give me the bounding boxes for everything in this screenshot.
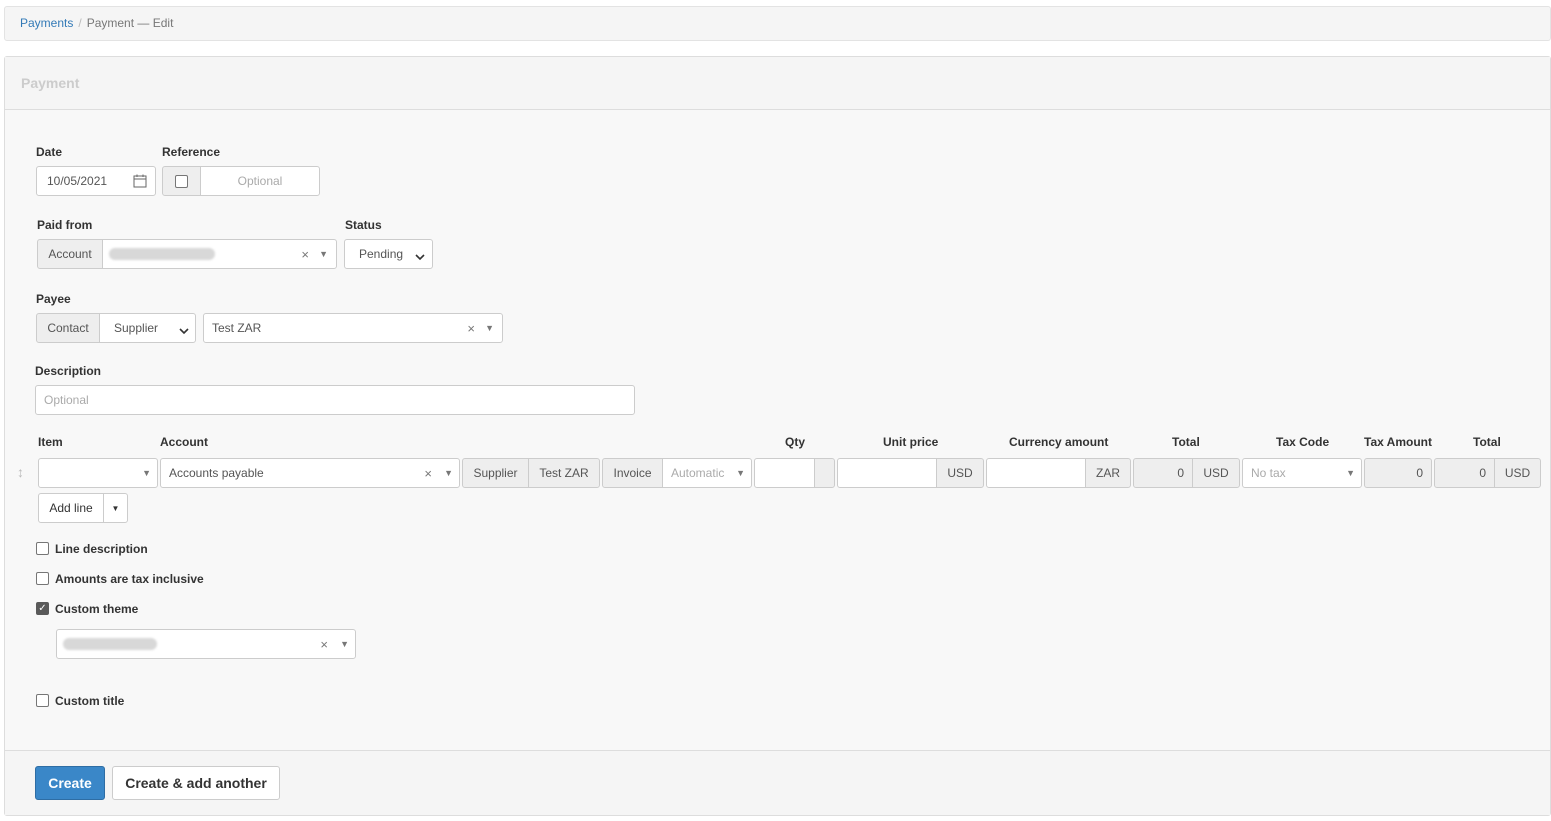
header-tax-amount: Tax Amount bbox=[1364, 435, 1432, 449]
status-select[interactable]: Pending bbox=[344, 239, 433, 269]
custom-theme-select[interactable]: × ▼ bbox=[56, 629, 356, 659]
chevron-down-icon[interactable]: ▼ bbox=[142, 468, 151, 478]
create-button[interactable]: Create bbox=[35, 766, 105, 800]
chevron-down-icon[interactable]: ▼ bbox=[485, 323, 494, 333]
line-currency-amount-input[interactable] bbox=[986, 458, 1086, 488]
chevron-down-icon bbox=[179, 324, 189, 338]
chevron-down-icon[interactable]: ▼ bbox=[736, 468, 745, 478]
description-input[interactable]: Optional bbox=[35, 385, 635, 415]
header-account: Account bbox=[160, 435, 208, 449]
line-total2-currency: USD bbox=[1494, 458, 1541, 488]
header-unit-price: Unit price bbox=[883, 435, 939, 449]
reference-input[interactable]: Optional bbox=[200, 166, 320, 196]
tax-inclusive-checkbox[interactable] bbox=[36, 572, 49, 585]
header-total-2: Total bbox=[1473, 435, 1501, 449]
header-total: Total bbox=[1172, 435, 1200, 449]
calendar-icon[interactable] bbox=[133, 174, 147, 191]
custom-title-checkbox[interactable] bbox=[36, 694, 49, 707]
header-qty: Qty bbox=[785, 435, 806, 449]
payee-type-select[interactable]: Supplier bbox=[99, 313, 196, 343]
clear-icon[interactable]: × bbox=[467, 321, 475, 336]
redacted-account bbox=[109, 248, 215, 260]
create-and-add-another-button[interactable]: Create & add another bbox=[112, 766, 280, 800]
header-currency-amount: Currency amount bbox=[1009, 435, 1109, 449]
line-total-value: 0 bbox=[1133, 458, 1193, 488]
clear-icon[interactable]: × bbox=[424, 466, 432, 481]
tax-inclusive-label: Amounts are tax inclusive bbox=[55, 572, 204, 586]
paid-from-label: Paid from bbox=[37, 218, 93, 232]
custom-title-label: Custom title bbox=[55, 694, 125, 708]
line-unit-price-input[interactable] bbox=[837, 458, 937, 488]
breadcrumb-separator: / bbox=[78, 16, 82, 30]
breadcrumb-current: Payment — Edit bbox=[86, 16, 174, 30]
payee-type-value: Supplier bbox=[114, 321, 159, 335]
chevron-down-icon[interactable]: ▼ bbox=[1346, 468, 1355, 478]
line-account-value: Accounts payable bbox=[169, 466, 264, 480]
paid-from-account-addon: Account bbox=[37, 239, 103, 269]
line-tax-code-select[interactable]: No tax ▼ bbox=[1242, 458, 1362, 488]
breadcrumb: Payments / Payment — Edit bbox=[4, 6, 1551, 41]
reference-label: Reference bbox=[162, 145, 221, 159]
chevron-down-icon bbox=[415, 250, 425, 264]
line-total-currency: USD bbox=[1192, 458, 1240, 488]
line-total2-value: 0 bbox=[1434, 458, 1495, 488]
line-supplier-value: Test ZAR bbox=[528, 458, 600, 488]
reference-checkbox[interactable] bbox=[175, 174, 188, 188]
payee-contact-addon: Contact bbox=[36, 313, 100, 343]
line-account-select[interactable]: Accounts payable × ▼ bbox=[160, 458, 460, 488]
status-label: Status bbox=[345, 218, 382, 232]
line-description-checkbox[interactable] bbox=[36, 542, 49, 555]
line-invoice-select[interactable]: Automatic ▼ bbox=[662, 458, 752, 488]
reference-checkbox-addon bbox=[162, 166, 201, 196]
chevron-down-icon[interactable]: ▼ bbox=[340, 639, 349, 649]
description-label: Description bbox=[35, 364, 102, 378]
line-item-select[interactable]: ▼ bbox=[38, 458, 158, 488]
header-tax-code: Tax Code bbox=[1276, 435, 1330, 449]
line-tax-amount: 0 bbox=[1364, 458, 1432, 488]
line-amount-currency: ZAR bbox=[1085, 458, 1131, 488]
line-supplier-addon: Supplier bbox=[462, 458, 529, 488]
add-line-dropdown-button[interactable]: ▼ bbox=[103, 493, 128, 523]
date-label: Date bbox=[36, 145, 63, 159]
payee-contact-select[interactable]: Test ZAR × ▼ bbox=[203, 313, 503, 343]
description-placeholder: Optional bbox=[44, 393, 89, 407]
line-invoice-addon: Invoice bbox=[602, 458, 663, 488]
line-qty-addon bbox=[814, 458, 835, 488]
custom-theme-checkbox[interactable]: ✓ bbox=[36, 602, 49, 615]
drag-handle-icon[interactable]: ↕ bbox=[17, 464, 24, 480]
line-tax-placeholder: No tax bbox=[1251, 466, 1286, 480]
line-qty-input[interactable] bbox=[754, 458, 815, 488]
breadcrumb-payments-link[interactable]: Payments bbox=[20, 16, 73, 30]
redacted-theme bbox=[63, 638, 157, 650]
date-input[interactable]: 10/05/2021 bbox=[36, 166, 156, 196]
chevron-down-icon[interactable]: ▼ bbox=[319, 249, 328, 259]
paid-from-account-select[interactable]: × ▼ bbox=[102, 239, 337, 269]
reference-placeholder: Optional bbox=[237, 174, 283, 188]
line-invoice-placeholder: Automatic bbox=[671, 466, 725, 480]
add-line-button[interactable]: Add line bbox=[38, 493, 104, 523]
header-item: Item bbox=[38, 435, 63, 449]
clear-icon[interactable]: × bbox=[320, 637, 328, 652]
date-value: 10/05/2021 bbox=[47, 174, 108, 188]
line-unit-currency: USD bbox=[936, 458, 984, 488]
custom-theme-label: Custom theme bbox=[55, 602, 139, 616]
payee-label: Payee bbox=[36, 292, 71, 306]
panel-title: Payment bbox=[5, 57, 1550, 110]
line-description-label: Line description bbox=[55, 542, 148, 556]
chevron-down-icon[interactable]: ▼ bbox=[444, 468, 453, 478]
clear-icon[interactable]: × bbox=[301, 247, 309, 262]
status-value: Pending bbox=[359, 247, 404, 261]
payee-value: Test ZAR bbox=[212, 321, 262, 335]
